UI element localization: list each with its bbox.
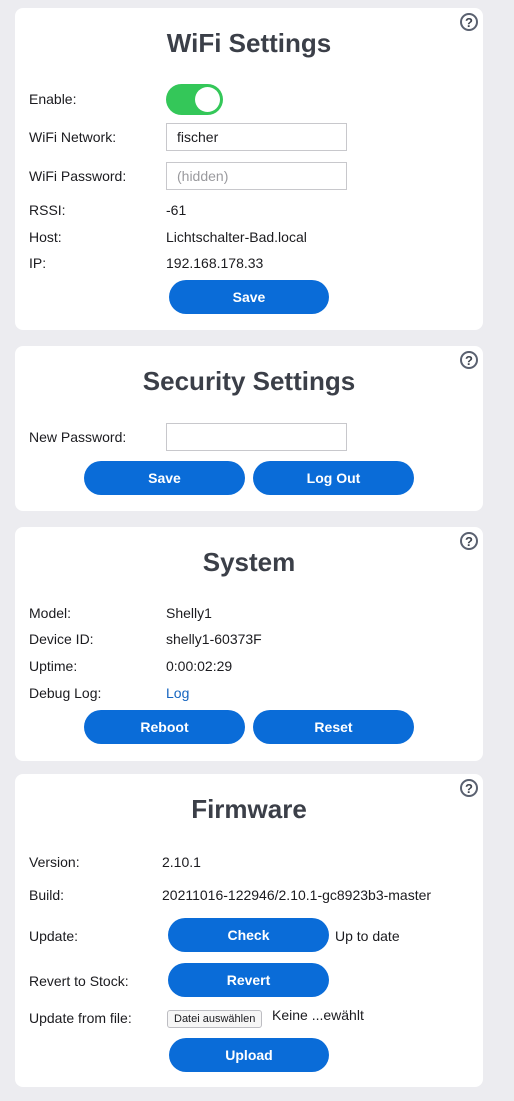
wifi-save-button[interactable]: Save: [169, 280, 329, 314]
rssi-label: RSSI:: [29, 202, 66, 218]
uptime-value: 0:00:02:29: [166, 658, 233, 674]
system-card: ? System Model: Shelly1 Device ID: shell…: [15, 527, 483, 761]
wifi-password-input[interactable]: (hidden): [166, 162, 347, 190]
debug-log-link[interactable]: Log: [166, 685, 189, 701]
rssi-value: -61: [166, 202, 187, 218]
device-id-label: Device ID:: [29, 631, 94, 647]
wifi-enable-toggle[interactable]: [166, 84, 223, 115]
security-settings-card: ? Security Settings New Password: Save L…: [15, 346, 483, 511]
model-label: Model:: [29, 605, 72, 621]
host-label: Host:: [29, 229, 62, 245]
uptime-label: Uptime:: [29, 658, 78, 674]
update-status: Up to date: [335, 928, 400, 944]
revert-button[interactable]: Revert: [168, 963, 329, 997]
update-from-file-label: Update from file:: [29, 1010, 132, 1026]
security-settings-title: Security Settings: [142, 366, 356, 396]
device-id-value: shelly1-60373F: [166, 631, 262, 647]
file-status: Keine ...ewählt: [272, 1007, 364, 1023]
reset-button[interactable]: Reset: [253, 710, 414, 744]
wifi-network-label: WiFi Network:: [29, 129, 117, 145]
logout-button[interactable]: Log Out: [253, 461, 414, 495]
check-button[interactable]: Check: [168, 918, 329, 952]
wifi-settings-card: ? WiFi Settings Enable: WiFi Network: fi…: [15, 8, 483, 330]
version-label: Version:: [29, 854, 80, 870]
build-label: Build:: [29, 887, 65, 903]
firmware-card: ? Firmware Version: 2.10.1 Build: 202110…: [15, 774, 483, 1087]
new-password-input[interactable]: [166, 423, 347, 451]
new-password-label: New Password:: [29, 429, 127, 445]
host-value: Lichtschalter-Bad.local: [166, 229, 307, 245]
wifi-settings-title: WiFi Settings: [166, 28, 332, 58]
enable-label: Enable:: [29, 91, 77, 107]
reboot-button[interactable]: Reboot: [84, 710, 245, 744]
system-title: System: [202, 547, 296, 577]
revert-to-stock-label: Revert to Stock:: [29, 973, 129, 989]
choose-file-button[interactable]: Datei auswählen: [167, 1010, 263, 1028]
security-save-button[interactable]: Save: [84, 461, 245, 495]
model-value: Shelly1: [166, 605, 212, 621]
ip-value: 192.168.178.33: [166, 255, 264, 271]
debug-log-label: Debug Log:: [29, 685, 102, 701]
ip-label: IP:: [29, 255, 47, 271]
wifi-password-label: WiFi Password:: [29, 168, 127, 184]
firmware-title: Firmware: [191, 794, 307, 824]
version-value: 2.10.1: [162, 854, 201, 870]
update-label: Update:: [29, 928, 79, 944]
toggle-knob: [195, 87, 220, 112]
build-value: 20211016-122946/2.10.1-gc8923b3-master: [162, 887, 432, 903]
wifi-network-input[interactable]: fischer: [166, 123, 347, 151]
upload-button[interactable]: Upload: [169, 1038, 329, 1072]
